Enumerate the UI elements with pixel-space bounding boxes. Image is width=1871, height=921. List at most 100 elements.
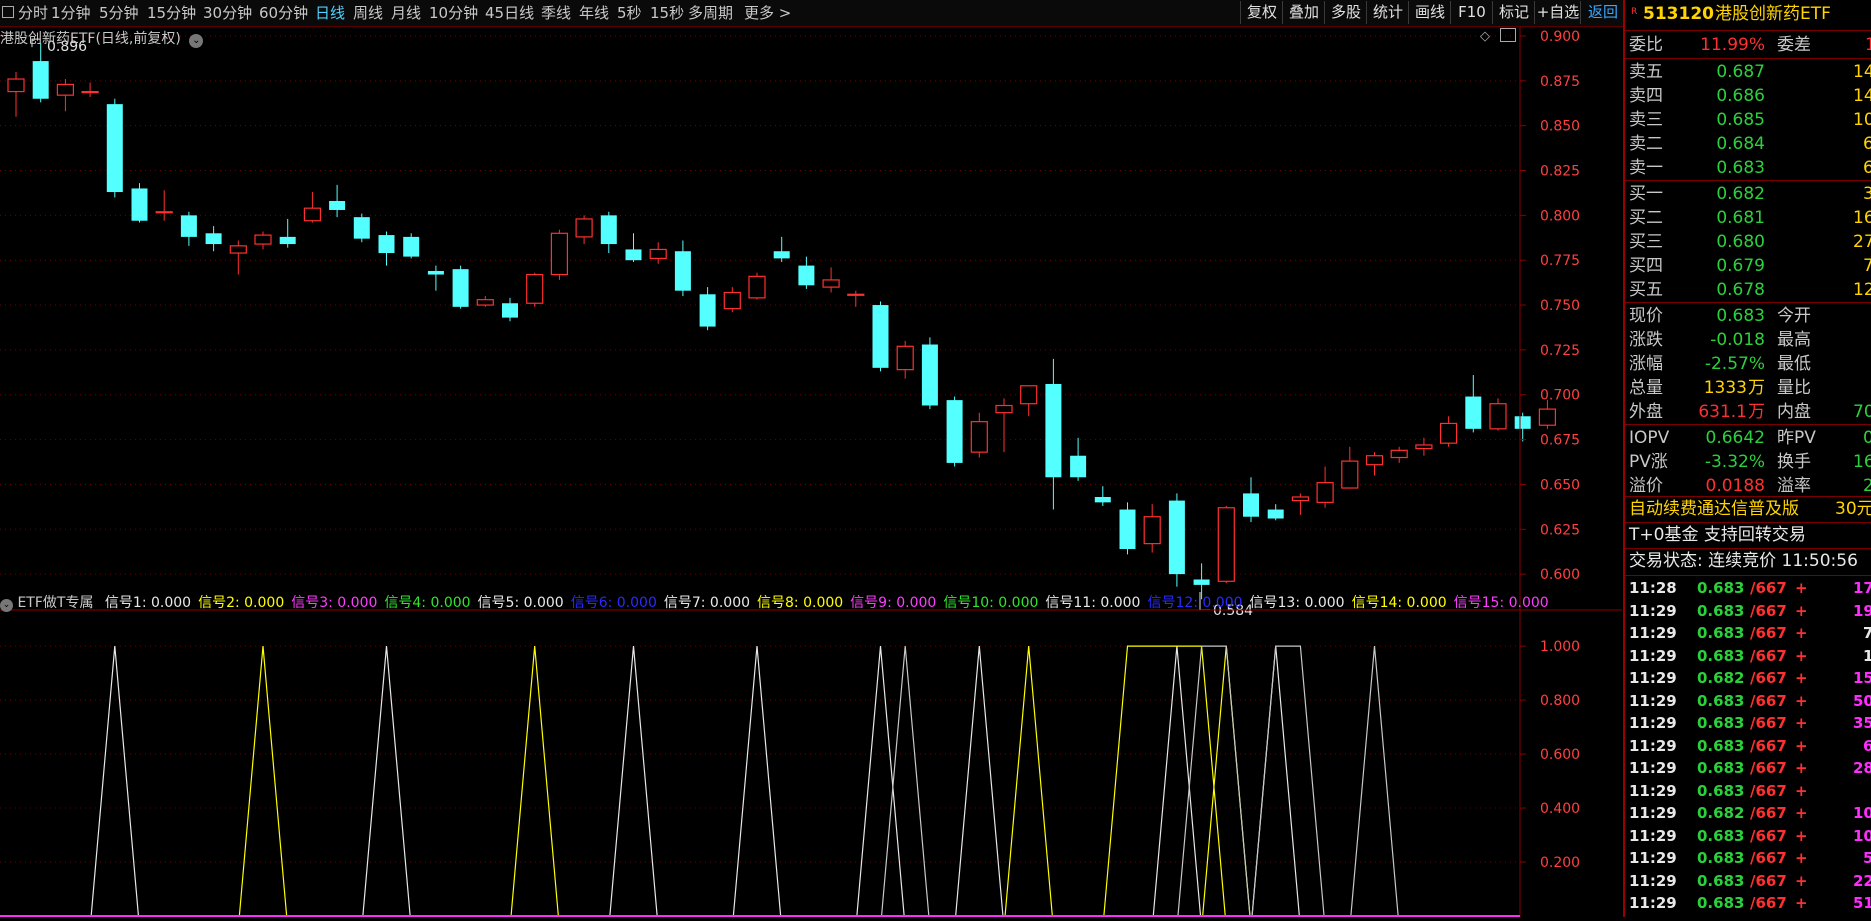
tick-vol: 10 bbox=[1853, 804, 1871, 822]
asks-row[interactable]: 卖五 0.687 14 bbox=[1625, 60, 1871, 84]
price-tick-label: 0.825 bbox=[1540, 164, 1580, 180]
tick-sign: + bbox=[1795, 894, 1808, 912]
tick-row[interactable]: 11:29 0.683/667 +19 bbox=[1625, 600, 1871, 622]
candle-body bbox=[229, 245, 247, 254]
stats2-value2: 16 bbox=[1853, 452, 1871, 472]
tab-6[interactable]: 60分钟 bbox=[259, 0, 308, 26]
tab-15[interactable]: 15秒 bbox=[650, 0, 684, 26]
tab-3[interactable]: 5分钟 bbox=[99, 0, 139, 26]
asks-price: 0.683 bbox=[1716, 158, 1765, 178]
stats-label2: 最高 bbox=[1777, 330, 1811, 350]
tick-row[interactable]: 11:29 0.683/667 +50 bbox=[1625, 690, 1871, 712]
tab-10[interactable]: 10分钟 bbox=[429, 0, 478, 26]
tick-row[interactable]: 11:29 0.683/667 +28 bbox=[1625, 757, 1871, 779]
window-icon[interactable] bbox=[1500, 28, 1516, 42]
tick-row[interactable]: 11:29 0.683/667 +7 bbox=[1625, 622, 1871, 644]
candle-body bbox=[600, 215, 617, 245]
candle-body bbox=[303, 207, 321, 222]
tick-vol: 7 bbox=[1863, 622, 1871, 644]
asks-price: 0.685 bbox=[1716, 110, 1765, 130]
promo-text[interactable]: 自动续费通达信普及版 bbox=[1629, 497, 1799, 521]
tab-5[interactable]: 30分钟 bbox=[203, 0, 252, 26]
asks-price: 0.687 bbox=[1716, 62, 1765, 82]
candle-body bbox=[131, 188, 148, 221]
tick-row[interactable]: 11:29 0.683/667 +10 bbox=[1625, 825, 1871, 847]
bids-row[interactable]: 买三 0.680 27 bbox=[1625, 230, 1871, 254]
tick-row[interactable]: 11:29 0.683/667 +35 bbox=[1625, 712, 1871, 734]
status-row: 交易状态: 连续竞价 11:50:56 bbox=[1625, 549, 1871, 573]
tab-7[interactable]: 日线 bbox=[315, 0, 345, 26]
candle-body bbox=[1119, 509, 1136, 550]
candle-body bbox=[575, 218, 593, 238]
layout-icon[interactable] bbox=[2, 6, 14, 18]
promo-price[interactable]: 30元 bbox=[1835, 497, 1871, 521]
stats-row: 涨幅 -2.57% 最低 bbox=[1625, 352, 1871, 376]
indicator-title: ETF做T专属 bbox=[17, 595, 94, 611]
toolbar-button-6[interactable]: F10 bbox=[1450, 1, 1493, 24]
promo-row[interactable]: 自动续费通达信普及版 30元 bbox=[1625, 497, 1871, 521]
bids-row[interactable]: 买四 0.679 7 bbox=[1625, 254, 1871, 278]
toolbar-button-1[interactable]: 复权 bbox=[1240, 1, 1283, 24]
signal-legend-4: 信号4: 0.000 bbox=[384, 595, 471, 611]
candle-body bbox=[995, 404, 1013, 414]
tick-row[interactable]: 11:29 0.683/667 +6 bbox=[1625, 735, 1871, 757]
chevron-down-icon[interactable]: ⌄ bbox=[0, 599, 13, 612]
asks-row[interactable]: 卖三 0.685 10 bbox=[1625, 108, 1871, 132]
tab-4[interactable]: 15分钟 bbox=[147, 0, 196, 26]
chart-area[interactable]: 0.896 0.584 0.900 0.875 0.850 0.825 0.800 0.77… bbox=[0, 27, 1622, 921]
asks-row[interactable]: 卖四 0.686 14 bbox=[1625, 84, 1871, 108]
kline-chart[interactable]: 0.8960.584 0.9000.8750.8500.8250.8000.77… bbox=[0, 27, 1622, 921]
tab-1[interactable]: 分时 bbox=[18, 0, 48, 26]
tick-row[interactable]: 11:29 0.683/667 +51 bbox=[1625, 892, 1871, 914]
tab-12[interactable]: 季线 bbox=[541, 0, 571, 26]
tick-row[interactable]: 11:29 0.683/667 + bbox=[1625, 780, 1871, 802]
chevron-down-icon[interactable]: ⌄ bbox=[189, 34, 204, 48]
asks-row[interactable]: 卖二 0.684 6 bbox=[1625, 132, 1871, 156]
tick-row[interactable]: 11:29 0.683/667 +22 bbox=[1625, 870, 1871, 892]
bids-row[interactable]: 买二 0.681 16 bbox=[1625, 206, 1871, 230]
tick-ask: /667 bbox=[1750, 849, 1787, 867]
asks-label: 卖五 bbox=[1629, 62, 1663, 82]
toolbar-button-2[interactable]: 叠加 bbox=[1282, 1, 1325, 24]
tick-price: 0.682 bbox=[1697, 804, 1745, 822]
tab-16[interactable]: 多周期 bbox=[688, 0, 733, 26]
tick-row[interactable]: 11:29 0.683/667 +5 bbox=[1625, 847, 1871, 869]
toolbar-button-3[interactable]: 多股 bbox=[1324, 1, 1367, 24]
tab-2[interactable]: 1分钟 bbox=[51, 0, 91, 26]
diamond-icon[interactable]: ◇ bbox=[1480, 29, 1490, 44]
bids-row[interactable]: 买一 0.682 3 bbox=[1625, 182, 1871, 206]
tick-row[interactable]: 11:28 0.683/667 +17 bbox=[1625, 577, 1871, 599]
tick-row[interactable]: 11:29 0.683/667 +1 bbox=[1625, 645, 1871, 667]
signal-line bbox=[1251, 646, 1301, 921]
tick-time: 11:29 bbox=[1629, 759, 1677, 777]
tab-14[interactable]: 5秒 bbox=[617, 0, 642, 26]
bids-label: 买一 bbox=[1629, 184, 1663, 204]
candle-body bbox=[353, 217, 370, 239]
toolbar-button-4[interactable]: 统计 bbox=[1366, 1, 1409, 24]
tab-17[interactable]: 更多 > bbox=[744, 0, 791, 26]
period-toolbar: 分时 1分钟 5分钟 15分钟 30分钟 60分钟 日线 周线 月线 10分钟 45日线 季线 年线 5秒… bbox=[0, 0, 1871, 27]
candle-body bbox=[279, 236, 296, 245]
toolbar-button-9[interactable]: 返回 bbox=[1580, 1, 1625, 24]
candle-body bbox=[1217, 507, 1235, 582]
toolbar-button-8[interactable]: +自选 bbox=[1534, 1, 1581, 24]
order-ratio-row: 委比 11.99% 委差 1 bbox=[1625, 33, 1871, 57]
tab-11[interactable]: 45日线 bbox=[485, 0, 534, 26]
stats-row: 涨跌 -0.018 最高 bbox=[1625, 328, 1871, 352]
toolbar-button-7[interactable]: 标记 bbox=[1492, 1, 1535, 24]
r-badge: R bbox=[1631, 7, 1638, 17]
tick-ask: /667 bbox=[1750, 669, 1787, 687]
tick-row[interactable]: 11:29 0.682/667 +10 bbox=[1625, 802, 1871, 824]
asks-row[interactable]: 卖一 0.683 6 bbox=[1625, 156, 1871, 180]
bids-label: 买四 bbox=[1629, 256, 1663, 276]
tab-13[interactable]: 年线 bbox=[579, 0, 609, 26]
toolbar-button-5[interactable]: 画线 bbox=[1408, 1, 1451, 24]
tick-row[interactable]: 11:29 0.682/667 +15 bbox=[1625, 667, 1871, 689]
candle-body bbox=[1439, 422, 1458, 444]
tab-9[interactable]: 月线 bbox=[391, 0, 421, 26]
candle-body bbox=[1267, 509, 1284, 519]
bids-row[interactable]: 买五 0.678 12 bbox=[1625, 278, 1871, 302]
tab-8[interactable]: 周线 bbox=[353, 0, 383, 26]
stats-row: 现价 0.683 今开 bbox=[1625, 304, 1871, 328]
tick-time: 11:29 bbox=[1629, 624, 1677, 642]
